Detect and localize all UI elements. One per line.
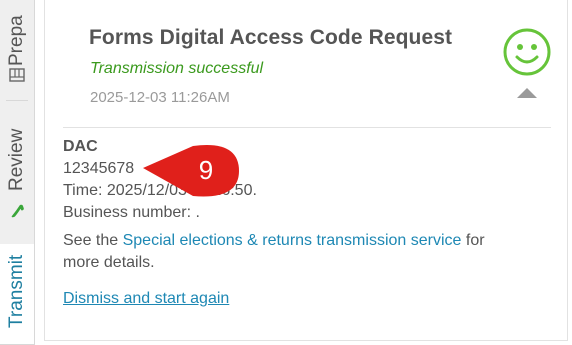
business-number: Business number: . (63, 204, 200, 221)
tab-separator (6, 100, 28, 101)
tab-review-label: Review (6, 128, 27, 191)
vertical-tab-strip: Prepa ✓ Review Transmit (0, 0, 35, 345)
form-title: Forms Digital Access Code Request (89, 26, 453, 49)
dac-label: DAC (63, 138, 98, 155)
result-header: Forms Digital Access Code Request Transm… (45, 0, 567, 128)
see-text: See the (63, 232, 119, 249)
tab-review[interactable]: ✓ Review (0, 110, 34, 226)
more-details-label: more details. (63, 254, 155, 271)
transmission-result-panel: Forms Digital Access Code Request Transm… (44, 0, 568, 341)
chevron-up-icon[interactable] (515, 84, 539, 100)
header-divider (63, 127, 551, 128)
service-link[interactable]: Special elections & returns transmission… (123, 232, 462, 249)
spreadsheet-icon (9, 68, 25, 82)
result-details: DAC 12345678 Time: 2025/12/03 11:26:50. … (63, 136, 553, 310)
tab-prepare-label: Prepa (6, 15, 27, 66)
transmission-timestamp: 2025-12-03 11:26AM (90, 89, 230, 106)
smiley-icon (503, 28, 551, 76)
tab-prepare[interactable]: Prepa (0, 0, 34, 92)
dismiss-link[interactable]: Dismiss and start again (63, 288, 229, 310)
transmission-status: Transmission successful (90, 60, 264, 77)
tab-transmit[interactable]: Transmit (0, 244, 34, 345)
transmission-time: Time: 2025/12/03 11:26:50. (63, 182, 257, 199)
for-text: for (465, 232, 485, 249)
tab-transmit-label: Transmit (6, 254, 27, 328)
callout-number: 9 (198, 155, 214, 185)
more-details-text: See the Special elections & returns tran… (63, 230, 553, 274)
dac-value: 12345678 (63, 160, 135, 177)
checkmark-icon: ✓ (4, 197, 29, 222)
